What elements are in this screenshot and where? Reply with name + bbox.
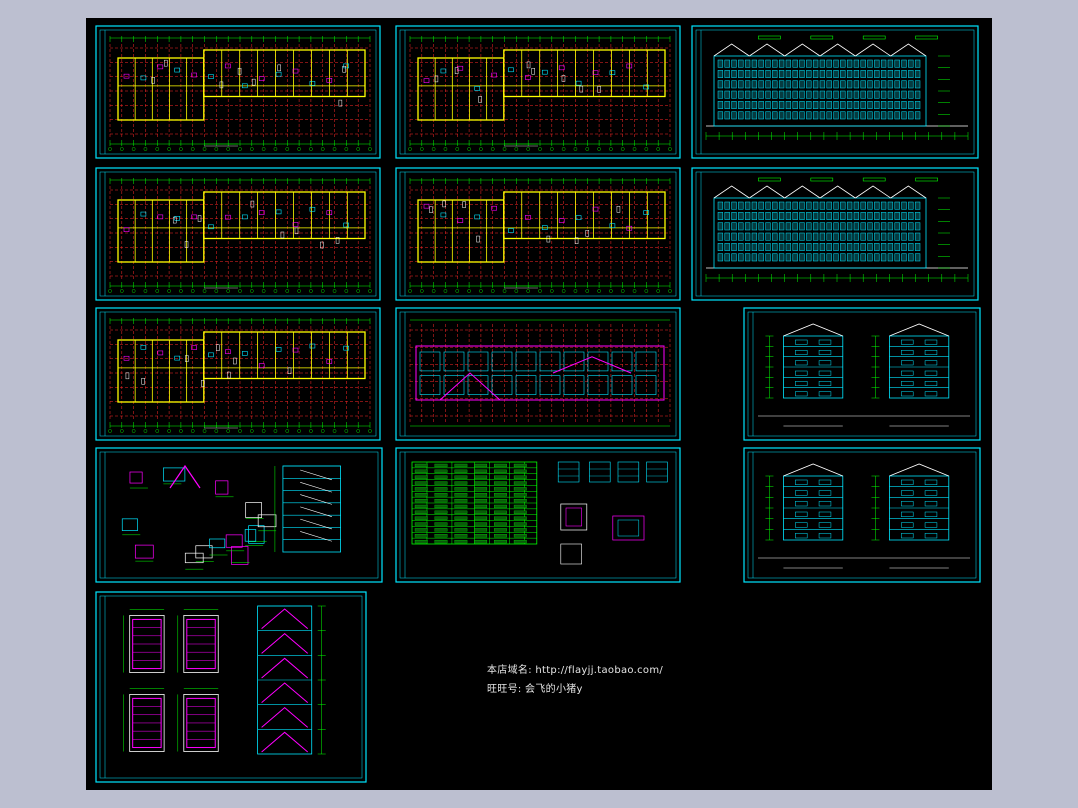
cad-sheet-5 — [395, 167, 681, 301]
cad-sheet-9 — [743, 307, 981, 441]
cad-sheet-11 — [395, 447, 681, 583]
cad-sheet-4 — [95, 167, 381, 301]
cad-sheet-1 — [95, 25, 381, 159]
cad-sheet-10 — [95, 447, 383, 583]
cad-sheet-7 — [95, 307, 381, 441]
cad-sheet-2 — [395, 25, 681, 159]
cad-sheet-13 — [95, 591, 367, 783]
wangwang-id-text: 旺旺号: 会飞的小猪y — [487, 684, 583, 695]
cad-sheet-3 — [691, 25, 979, 159]
cad-sheet-12 — [743, 447, 981, 583]
cad-sheet-6 — [691, 167, 979, 301]
cad-sheet-8 — [395, 307, 681, 441]
shop-domain-text: 本店域名: http://flayjj.taobao.com/ — [487, 665, 664, 676]
